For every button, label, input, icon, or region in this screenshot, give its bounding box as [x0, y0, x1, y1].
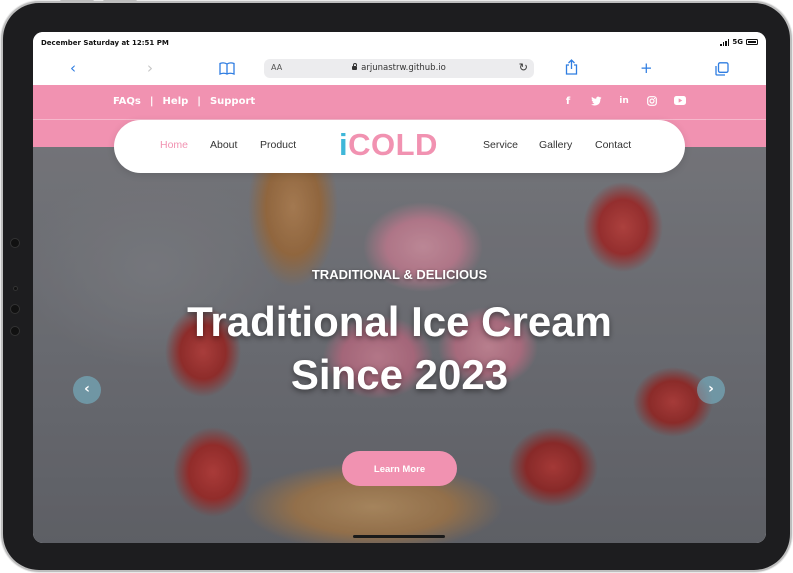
nav-contact[interactable]: Contact — [595, 139, 631, 151]
hero-content: TRADITIONAL & DELICIOUS Traditional Ice … — [33, 147, 766, 543]
lock-icon — [352, 63, 358, 70]
hero-title-line-1: Traditional Ice Cream — [187, 298, 612, 345]
network-label: 5G — [732, 38, 743, 46]
tabs-icon[interactable] — [715, 61, 729, 81]
nav-home[interactable]: Home — [160, 139, 188, 151]
status-time: December Saturday at 12:51 PM — [41, 39, 169, 47]
logo-main: COLD — [348, 127, 438, 162]
carousel-prev-icon[interactable]: ‹ — [73, 376, 101, 404]
facebook-icon[interactable]: f — [562, 96, 574, 109]
nav-product[interactable]: Product — [260, 139, 296, 151]
battery-icon — [746, 39, 758, 45]
nav-about[interactable]: About — [210, 139, 237, 151]
hero-title: Traditional Ice Cream Since 2023 — [33, 295, 766, 401]
site-topbar: FAQs | Help | Support f in — [33, 85, 766, 119]
top-link-faqs[interactable]: FAQs — [113, 96, 141, 107]
camera-dot-2 — [13, 286, 18, 291]
camera-dot-4 — [10, 326, 20, 336]
top-link-separator: | — [149, 96, 154, 107]
logo-prefix: i — [339, 127, 349, 162]
hero-title-line-2: Since 2023 — [290, 351, 509, 398]
top-button-left — [60, 0, 94, 3]
top-link-support[interactable]: Support — [210, 96, 255, 107]
new-tab-icon[interactable]: + — [640, 58, 653, 78]
home-indicator[interactable] — [353, 535, 445, 538]
linkedin-icon[interactable]: in — [618, 96, 630, 109]
social-links: f in — [562, 96, 686, 109]
camera-dot-3 — [10, 304, 20, 314]
top-button-right — [103, 0, 137, 3]
camera-dot-1 — [10, 238, 20, 248]
url-bar[interactable]: AA arjunastrw.github.io ↻ — [264, 59, 534, 78]
carousel-next-icon[interactable]: › — [697, 376, 725, 404]
signal-icon — [720, 39, 730, 46]
share-icon[interactable] — [565, 59, 578, 80]
hero-subtitle: TRADITIONAL & DELICIOUS — [311, 267, 488, 282]
hero-banner: TRADITIONAL & DELICIOUS Traditional Ice … — [33, 147, 766, 543]
screen: December Saturday at 12:51 PM 5G ‹ › AA … — [33, 32, 766, 543]
top-link-help[interactable]: Help — [163, 96, 189, 107]
back-icon[interactable]: ‹ — [70, 58, 76, 78]
browser-toolbar: ‹ › AA arjunastrw.github.io ↻ + — [33, 52, 766, 85]
site-logo[interactable]: iCOLD — [339, 127, 438, 163]
main-navigation: Home About Product iCOLD Service Gallery… — [114, 120, 685, 173]
forward-icon[interactable]: › — [147, 58, 153, 78]
status-right: 5G — [720, 38, 758, 46]
instagram-icon[interactable] — [646, 96, 658, 109]
nav-service[interactable]: Service — [483, 139, 518, 151]
url-host: arjunastrw.github.io — [264, 63, 534, 73]
top-links: FAQs | Help | Support — [113, 96, 255, 107]
reload-icon[interactable]: ↻ — [519, 61, 528, 74]
top-link-separator: | — [197, 96, 201, 107]
url-text: arjunastrw.github.io — [361, 63, 446, 73]
learn-more-button[interactable]: Learn More — [342, 451, 457, 486]
bookmarks-icon[interactable] — [219, 60, 235, 80]
youtube-icon[interactable] — [674, 96, 686, 109]
status-bar: December Saturday at 12:51 PM 5G — [33, 32, 766, 52]
twitter-icon[interactable] — [590, 96, 602, 109]
nav-gallery[interactable]: Gallery — [539, 139, 572, 151]
